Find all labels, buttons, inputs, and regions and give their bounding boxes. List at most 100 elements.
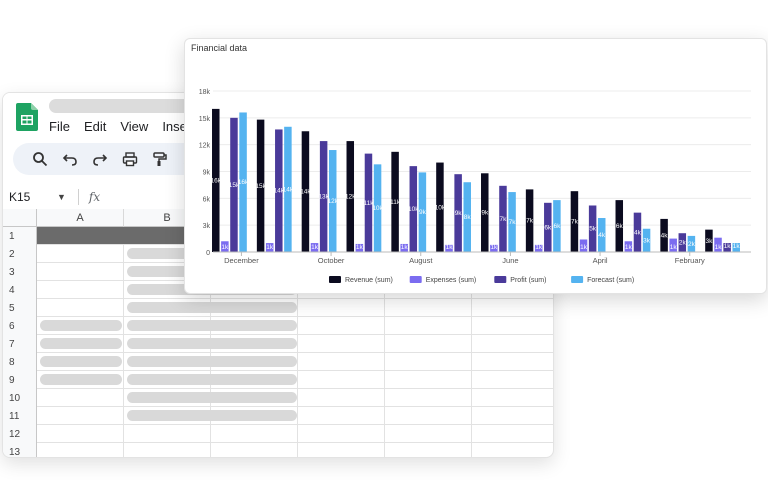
data-label: 7k <box>526 218 534 225</box>
table-cell[interactable] <box>385 371 472 389</box>
data-label: 10k <box>372 205 383 212</box>
table-cell[interactable] <box>211 425 298 443</box>
placeholder-value <box>127 302 297 313</box>
table-cell[interactable] <box>298 317 385 335</box>
placeholder-value <box>127 320 297 331</box>
table-cell[interactable] <box>298 371 385 389</box>
data-label: 10k <box>408 206 419 213</box>
row-header[interactable]: 9 <box>3 371 37 389</box>
row-header[interactable]: 7 <box>3 335 37 353</box>
table-cell[interactable] <box>37 263 124 281</box>
table-cell[interactable] <box>298 425 385 443</box>
table-cell[interactable] <box>472 353 553 371</box>
table-cell[interactable] <box>37 389 124 407</box>
table-cell[interactable] <box>298 353 385 371</box>
data-label: 11k <box>390 199 401 206</box>
x-tick-label: April <box>593 256 608 265</box>
table-cell[interactable] <box>472 389 553 407</box>
table-row: 12 <box>3 425 553 443</box>
print-icon[interactable] <box>115 147 145 171</box>
table-cell[interactable] <box>472 371 553 389</box>
redo-icon[interactable] <box>85 147 115 171</box>
select-all-corner[interactable] <box>3 209 37 227</box>
table-row: 11 <box>3 407 553 425</box>
row-header[interactable]: 12 <box>3 425 37 443</box>
legend-label: Profit (sum) <box>510 277 546 284</box>
table-cell[interactable] <box>211 443 298 457</box>
chevron-down-icon[interactable]: ▼ <box>57 192 66 202</box>
table-cell[interactable] <box>385 443 472 457</box>
legend-label: Expenses (sum) <box>426 277 477 284</box>
table-cell[interactable] <box>472 299 553 317</box>
row-header[interactable]: 4 <box>3 281 37 299</box>
table-cell[interactable] <box>37 245 124 263</box>
row-header[interactable]: 1 <box>3 227 37 245</box>
data-label: 16k <box>238 179 249 186</box>
financial-bar-chart: 03k6k9k12k15k18k16k1k15k16k15k1k14k14k 14… <box>199 89 751 284</box>
sheets-logo-icon[interactable] <box>16 103 38 131</box>
row-header[interactable]: 13 <box>3 443 37 457</box>
table-cell[interactable] <box>37 281 124 299</box>
y-tick-label: 3k <box>203 223 211 230</box>
row-header[interactable]: 5 <box>3 299 37 317</box>
legend-swatch <box>329 276 341 283</box>
table-cell[interactable] <box>472 443 553 457</box>
table-cell[interactable] <box>124 425 211 443</box>
table-cell[interactable] <box>472 317 553 335</box>
data-label: 1k <box>670 244 678 251</box>
paint-format-icon[interactable] <box>145 147 175 171</box>
placeholder-value <box>127 410 297 421</box>
placeholder-value <box>40 320 122 331</box>
table-cell[interactable] <box>37 407 124 425</box>
table-cell[interactable] <box>472 425 553 443</box>
formula-divider <box>77 189 79 205</box>
data-label: 14k <box>283 186 294 193</box>
menu-view[interactable]: View <box>120 119 148 134</box>
row-header[interactable]: 2 <box>3 245 37 263</box>
table-row: 8 <box>3 353 553 371</box>
data-label: 3k <box>705 238 713 245</box>
table-cell[interactable] <box>385 407 472 425</box>
data-label: 1k <box>580 244 588 251</box>
table-cell[interactable] <box>37 425 124 443</box>
undo-icon[interactable] <box>55 147 85 171</box>
table-cell[interactable] <box>124 443 211 457</box>
table-cell[interactable] <box>298 335 385 353</box>
table-cell[interactable] <box>472 407 553 425</box>
table-cell[interactable] <box>385 317 472 335</box>
column-header-a[interactable]: A <box>37 209 124 227</box>
row-header[interactable]: 3 <box>3 263 37 281</box>
x-tick-label: February <box>675 256 705 265</box>
table-cell[interactable] <box>385 425 472 443</box>
table-cell[interactable] <box>385 299 472 317</box>
search-icon[interactable] <box>25 147 55 171</box>
table-cell[interactable] <box>298 389 385 407</box>
chart-card[interactable]: Financial data 0 3k 6k 9k 12k 15k 18k 16k 1k 15k 1… <box>184 38 767 294</box>
data-label: 16k <box>211 177 222 184</box>
table-cell[interactable] <box>298 443 385 457</box>
row-header[interactable]: 11 <box>3 407 37 425</box>
row-header[interactable]: 8 <box>3 353 37 371</box>
table-cell[interactable] <box>298 299 385 317</box>
name-box[interactable]: K15 <box>9 190 49 204</box>
x-tick-label: June <box>502 256 518 265</box>
row-header[interactable]: 6 <box>3 317 37 335</box>
table-cell[interactable] <box>472 335 553 353</box>
table-cell[interactable] <box>385 335 472 353</box>
y-tick-label: 18k <box>199 89 211 96</box>
table-cell[interactable] <box>385 353 472 371</box>
row-header[interactable]: 10 <box>3 389 37 407</box>
table-cell[interactable] <box>298 407 385 425</box>
data-label: 6k <box>616 223 624 230</box>
legend-swatch <box>494 276 507 283</box>
menu-edit[interactable]: Edit <box>84 119 106 134</box>
fx-icon: fx <box>88 190 101 204</box>
data-label: 7k <box>500 216 508 223</box>
menu-file[interactable]: File <box>49 119 70 134</box>
placeholder-value <box>40 356 122 367</box>
table-cell[interactable] <box>37 299 124 317</box>
data-label: 1k <box>311 244 319 251</box>
table-cell[interactable] <box>385 389 472 407</box>
data-label: 9k <box>419 209 427 216</box>
table-cell[interactable] <box>37 443 124 457</box>
